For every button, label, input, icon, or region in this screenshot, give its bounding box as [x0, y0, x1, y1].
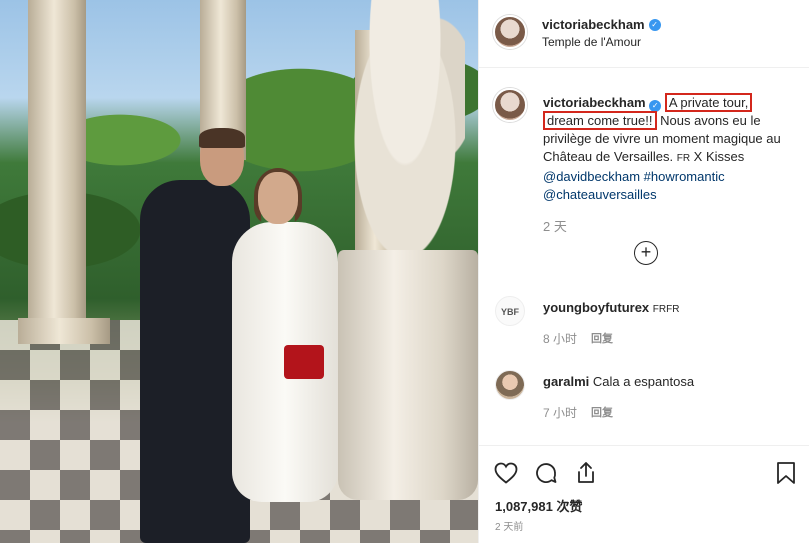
cupid-statue: [345, 0, 465, 250]
comment-text: FRFR: [652, 304, 680, 315]
comment-meta: 7 小时 回复: [543, 404, 613, 421]
author-name-row: victoriabeckham ✓: [542, 17, 661, 32]
reply-button[interactable]: 回复: [591, 330, 613, 347]
author-username[interactable]: victoriabeckham: [542, 17, 645, 32]
share-icon[interactable]: [573, 460, 599, 486]
heart-icon[interactable]: [493, 460, 519, 486]
mention-link[interactable]: @davidbeckham: [543, 169, 640, 184]
bookmark-icon[interactable]: [773, 460, 799, 486]
post-location[interactable]: Temple de l'Amour: [542, 35, 641, 49]
man-hair: [199, 128, 245, 148]
comment-item: YBF youngboyfuturex FRFR 8 小时 回复: [493, 296, 803, 356]
commenter-avatar[interactable]: YBF: [495, 296, 525, 326]
red-clutch: [284, 345, 324, 379]
post-header: victoriabeckham ✓ Temple de l'Amour: [479, 0, 809, 68]
stone-column: [28, 0, 86, 320]
comment-item: garalmi Cala a espantosa 7 小时 回复: [493, 370, 803, 430]
commenter-username[interactable]: garalmi: [543, 374, 589, 389]
caption-text: victoriabeckham ✓ A private tour, dream …: [543, 93, 797, 204]
post-side-panel: victoriabeckham ✓ Temple de l'Amour vict…: [478, 0, 809, 543]
reply-button[interactable]: 回复: [591, 404, 613, 421]
statue-pedestal: [338, 250, 478, 500]
caption-highlight-2: dream come true!!: [543, 111, 657, 130]
language-tag: FR: [676, 153, 691, 164]
hashtag-link[interactable]: #howromantic: [644, 169, 725, 184]
caption-body-2: X Kisses: [690, 149, 745, 164]
post-photo[interactable]: [0, 0, 478, 543]
commenter-username[interactable]: youngboyfuturex: [543, 300, 649, 315]
comment-text: Cala a espantosa: [592, 374, 695, 389]
plus-circle-icon[interactable]: +: [634, 241, 658, 265]
caption-avatar[interactable]: [493, 88, 527, 122]
speech-bubble-icon[interactable]: [533, 460, 559, 486]
woman-head: [258, 172, 298, 224]
author-avatar[interactable]: [493, 15, 527, 49]
column-base: [18, 318, 110, 344]
commenter-avatar[interactable]: [495, 370, 525, 400]
post-actions: 1,087,981 次赞 2 天前: [479, 445, 809, 543]
comment-body: youngboyfuturex FRFR: [543, 300, 679, 315]
caption-username[interactable]: victoriabeckham: [543, 95, 646, 110]
caption-time: 2 天: [543, 219, 567, 234]
comment-time: 8 小时: [543, 332, 578, 346]
verified-badge-icon: ✓: [648, 18, 661, 31]
mention-link[interactable]: @chateauversailles: [543, 187, 657, 202]
comment-time: 7 小时: [543, 406, 578, 420]
caption-highlight-1: A private tour,: [664, 93, 753, 112]
likes-count[interactable]: 1,087,981 次赞: [495, 496, 582, 515]
comment-meta: 8 小时 回复: [543, 330, 613, 347]
comment-body: garalmi Cala a espantosa: [543, 374, 694, 389]
post-date: 2 天前: [495, 522, 524, 533]
